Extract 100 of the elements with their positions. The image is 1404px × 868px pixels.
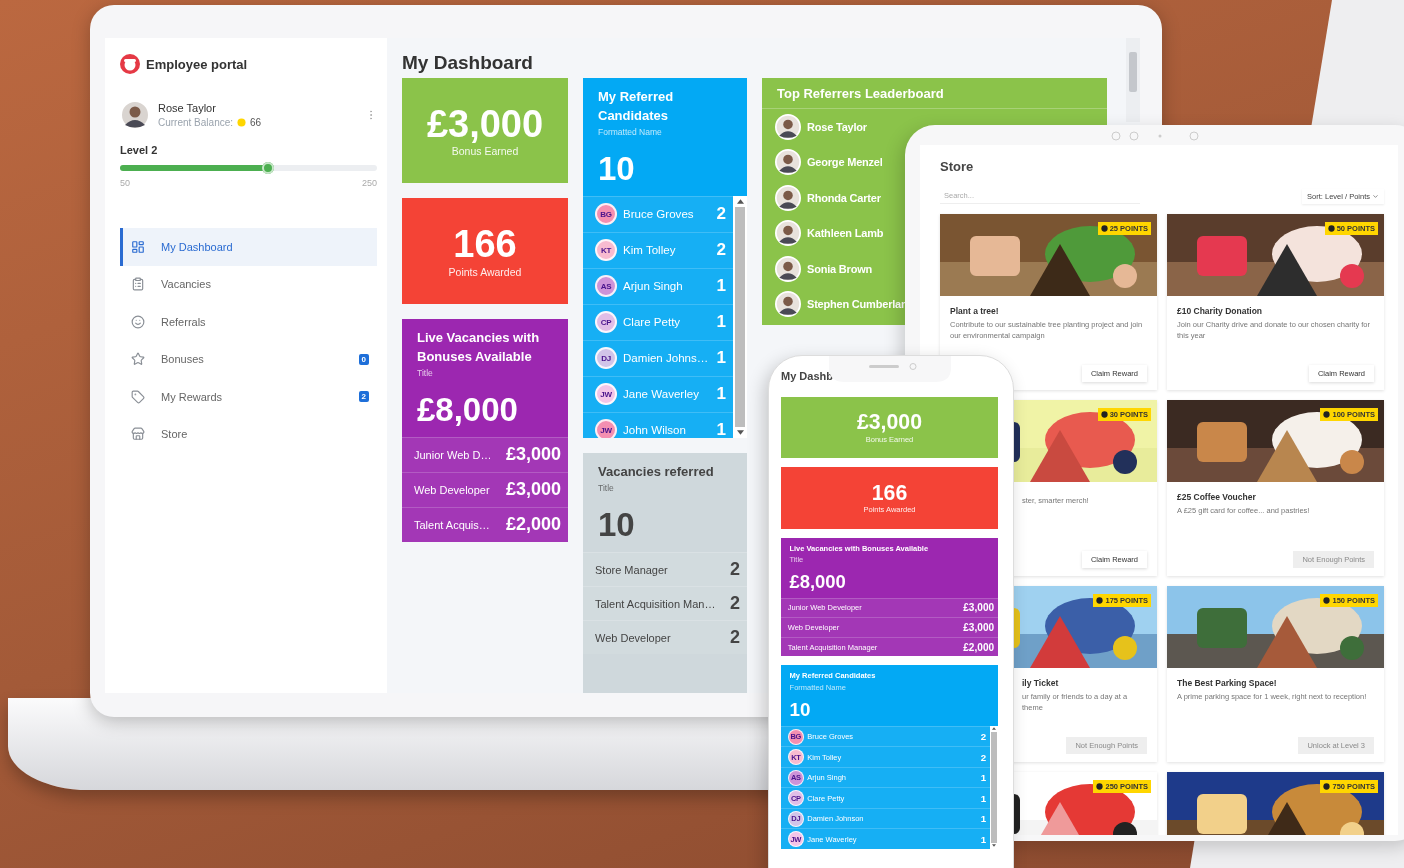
card-value: 10 xyxy=(598,150,636,187)
coin-icon xyxy=(1327,225,1335,232)
page-title: My Dashb xyxy=(781,370,834,384)
card-title: Top Referrers Leaderboard xyxy=(762,78,1107,109)
bonus-amount: £3,000 xyxy=(505,479,561,501)
arrow-down-icon[interactable] xyxy=(992,844,996,848)
stat-value: £3,000 xyxy=(856,411,922,435)
coin-icon xyxy=(1323,783,1331,790)
stat-label: Bonus Earned xyxy=(451,145,519,158)
candidate-name: John Wilson xyxy=(623,424,687,437)
referrer-name: Rose Taylor xyxy=(807,120,867,133)
person-avatar xyxy=(775,149,801,176)
scrollbar[interactable] xyxy=(733,196,747,438)
bonus-amount: £3,000 xyxy=(963,622,995,634)
arrow-up-icon[interactable] xyxy=(736,199,744,204)
referrer-name: Sonia Brown xyxy=(807,262,873,275)
referral-count: 2 xyxy=(980,731,987,743)
referral-count: 1 xyxy=(716,276,726,297)
card-title: My Referred Candidates xyxy=(598,88,675,125)
balance-value: 66 xyxy=(250,117,262,128)
initials-avatar: JW xyxy=(595,419,617,438)
referral-count: 2 xyxy=(980,751,987,763)
tag-icon xyxy=(131,389,145,404)
referral-count: 1 xyxy=(716,312,726,333)
bonus-amount: £3,000 xyxy=(963,602,995,614)
nav-item[interactable]: Bonuses 0 xyxy=(120,340,377,378)
referrer-name: Stephen Cumberlan xyxy=(807,298,908,311)
referrer-name: Kathleen Lamb xyxy=(807,227,884,240)
arrow-down-icon[interactable] xyxy=(736,430,744,435)
initials-avatar: BG xyxy=(595,203,617,226)
initials-avatar: JW xyxy=(595,383,617,406)
referral-count: 2 xyxy=(730,559,740,581)
referral-count: 1 xyxy=(716,384,726,405)
card-title: Live Vacancies with Bonuses Available xyxy=(417,329,541,366)
coin-icon xyxy=(237,118,247,127)
camera-icon xyxy=(1110,130,1200,142)
referrer-name: George Menzel xyxy=(807,156,883,169)
logo-icon xyxy=(120,54,140,74)
referral-count: 1 xyxy=(716,348,726,369)
level-max: 250 xyxy=(361,178,377,188)
candidate-name: Arjun Singh xyxy=(623,280,684,293)
card-subtitle: Title xyxy=(417,367,434,378)
referral-count: 1 xyxy=(980,813,987,825)
store-icon xyxy=(131,427,145,442)
scrollbar[interactable] xyxy=(990,725,998,849)
bonus-amount: £2,000 xyxy=(505,514,561,536)
nav-item[interactable]: Store xyxy=(120,415,377,453)
stat-label: Points Awarded xyxy=(448,265,522,278)
candidate-name: Clare Petty xyxy=(623,316,682,329)
nav-item[interactable]: My Dashboard xyxy=(120,228,377,266)
nav-item[interactable]: My Rewards 2 xyxy=(120,378,377,416)
level-min: 50 xyxy=(120,178,130,188)
candidate-name: Bruce Groves xyxy=(623,208,695,221)
level-label: Level 2 xyxy=(120,144,159,156)
referral-count: 1 xyxy=(980,792,987,804)
stat-value: 166 xyxy=(871,481,908,506)
dashboard-icon xyxy=(131,239,145,254)
referral-count: 1 xyxy=(980,833,987,845)
bonus-amount: £3,000 xyxy=(505,444,561,466)
stat-value: 166 xyxy=(453,224,517,266)
card-value: 10 xyxy=(789,699,812,721)
person-avatar xyxy=(775,220,801,247)
clipboard-icon xyxy=(131,277,145,292)
scrollbar[interactable] xyxy=(1126,38,1140,122)
count-badge: 0 xyxy=(358,353,369,365)
star-icon xyxy=(131,352,145,367)
person-avatar xyxy=(775,291,801,318)
vacancy-name: Talent Acquis… xyxy=(414,519,491,531)
bonus-amount: £2,000 xyxy=(963,641,995,653)
candidate-name: Kim Tolley xyxy=(623,244,677,257)
coin-icon xyxy=(1100,225,1108,232)
vacancy-name: Talent Acquisition Man… xyxy=(595,597,717,610)
reward-title: ily Ticket xyxy=(1022,678,1060,688)
nav-item[interactable]: Vacancies xyxy=(120,265,377,303)
card-subtitle: Title xyxy=(598,482,615,493)
reward-title: £10 Charity Donation xyxy=(1177,306,1264,316)
referral-count: 1 xyxy=(980,772,987,784)
initials-avatar: AS xyxy=(595,275,617,298)
coin-icon xyxy=(1323,411,1331,418)
referrer-name: Rhonda Carter xyxy=(807,191,881,204)
card-title: Vacancies referred xyxy=(598,463,715,481)
referral-count: 2 xyxy=(730,593,740,615)
coin-icon xyxy=(1100,411,1108,418)
initials-avatar: DJ xyxy=(595,347,617,370)
app-title: Employee portal xyxy=(146,56,248,72)
vacancy-name: Junior Web D… xyxy=(414,449,493,461)
person-avatar xyxy=(775,255,801,282)
referral-count: 2 xyxy=(730,627,740,649)
user-name: Rose Taylor xyxy=(158,102,217,114)
person-avatar xyxy=(120,100,150,130)
card-value: £8,000 xyxy=(789,572,847,593)
vacancy-name: Web Developer xyxy=(595,631,672,644)
store-title: Store xyxy=(940,159,975,174)
page-title: My Dashboard xyxy=(402,52,534,75)
stat-value: £3,000 xyxy=(426,103,544,146)
coin-icon xyxy=(1323,597,1331,604)
nav-item[interactable]: Referrals xyxy=(120,303,377,341)
smiley-icon xyxy=(131,314,145,329)
arrow-up-icon[interactable] xyxy=(992,727,996,731)
reward-title: The Best Parking Space! xyxy=(1177,678,1278,688)
